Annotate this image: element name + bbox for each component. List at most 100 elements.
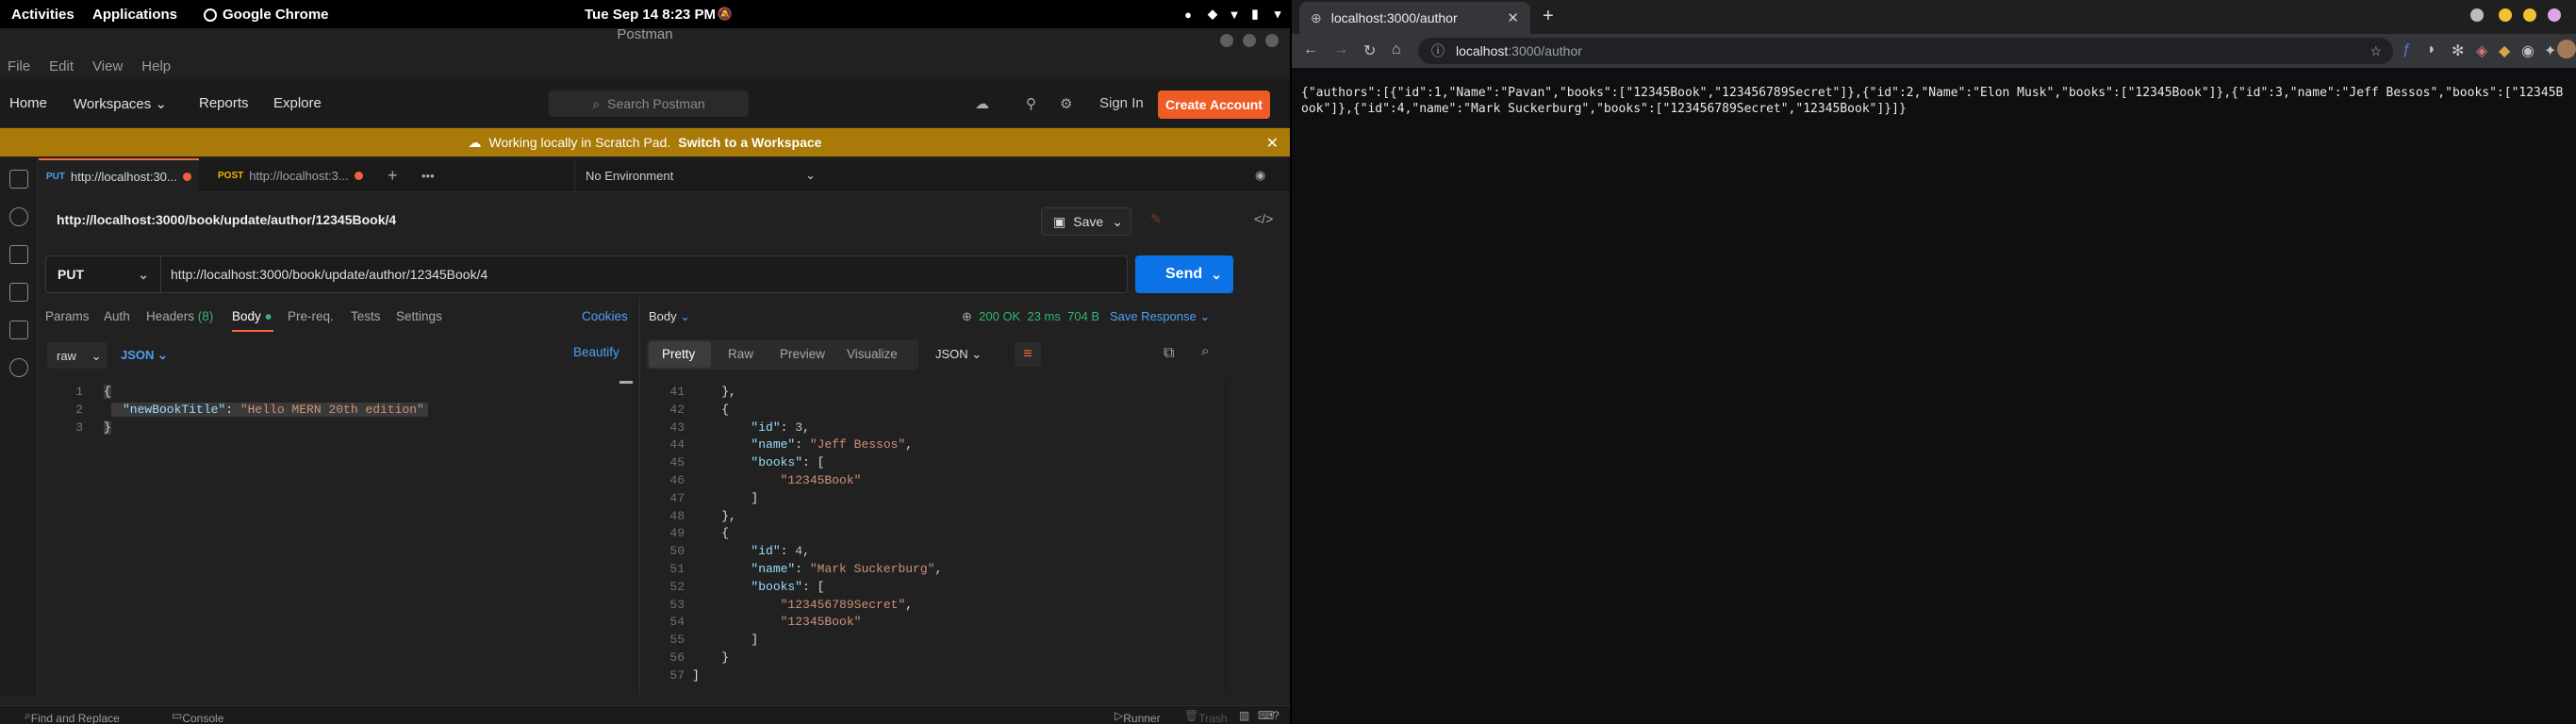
body-type-select[interactable]: raw ⌄	[47, 342, 107, 369]
tab-prerequest[interactable]: Pre-req.	[288, 309, 334, 323]
home-icon[interactable]: ⌂	[1392, 41, 1401, 58]
cookies-link[interactable]: Cookies	[582, 309, 628, 323]
new-tab-plus-icon[interactable]: +	[388, 158, 398, 192]
minimize-button[interactable]	[1220, 34, 1233, 47]
nav-reports[interactable]: Reports	[199, 95, 249, 111]
console-button[interactable]: ▭ Console	[172, 709, 223, 724]
close-banner-icon[interactable]: ✕	[1266, 134, 1279, 153]
tab-settings[interactable]: Settings	[396, 309, 442, 323]
extension-icon[interactable]: ✻	[2452, 41, 2464, 60]
view-raw[interactable]: Raw	[728, 347, 753, 361]
response-format-select[interactable]: JSON ⌄	[935, 347, 982, 362]
view-pretty[interactable]: Pretty	[649, 341, 711, 368]
response-size[interactable]: 704 B	[1067, 309, 1099, 323]
switch-workspace-link[interactable]: Switch to a Workspace	[678, 135, 821, 150]
minimize-button[interactable]	[2499, 8, 2512, 22]
activities-button[interactable]: Activities	[11, 7, 74, 23]
tab-tests[interactable]: Tests	[351, 309, 381, 323]
find-replace-button[interactable]: ⌕ Find and Replace	[25, 709, 120, 724]
response-time[interactable]: 23 ms	[1027, 309, 1060, 323]
eye-icon[interactable]: ◉	[1255, 158, 1265, 192]
extension-icon[interactable]: ƒ	[2403, 41, 2411, 58]
scrollbar-track[interactable]	[1224, 381, 1230, 692]
menu-edit[interactable]: Edit	[49, 58, 74, 74]
response-body[interactable]: 41 }, 42 {43 "id": 3, 44 "name": "Jeff Bes…	[649, 381, 1233, 696]
response-body-select[interactable]: Body ⌄	[649, 309, 690, 324]
nav-explore[interactable]: Explore	[273, 95, 322, 111]
more-tabs-icon[interactable]: •••	[421, 158, 435, 192]
code-icon[interactable]: </>	[1254, 211, 1273, 226]
trash-button[interactable]: 🗑 Trash	[1184, 709, 1227, 724]
scrollbar[interactable]	[619, 381, 633, 384]
body-format-select[interactable]: JSON ⌄	[121, 348, 168, 363]
maximize-button[interactable]	[1243, 34, 1256, 47]
avatar[interactable]	[2557, 40, 2576, 58]
save-response-button[interactable]: Save Response ⌄	[1110, 309, 1210, 323]
clock[interactable]: Tue Sep 14 8:23 PM	[585, 7, 716, 23]
tab-headers[interactable]: Headers (8)	[146, 309, 213, 323]
active-app-menu[interactable]: Google Chrome	[204, 7, 329, 23]
beautify-link[interactable]: Beautify	[573, 345, 619, 359]
new-tab-button[interactable]: +	[1543, 6, 1554, 27]
settings-icon[interactable]: ⚙	[1060, 95, 1072, 112]
accessibility-icon[interactable]: ●	[1180, 6, 1197, 23]
environments-icon[interactable]	[9, 245, 28, 264]
battery-icon[interactable]: ▮	[1247, 6, 1263, 23]
method-select[interactable]: PUT ⌄	[46, 256, 161, 292]
bookmark-star-icon[interactable]: ☆	[2370, 43, 2382, 59]
url-input[interactable]: http://localhost:3000/book/update/author…	[171, 267, 487, 282]
help-icon[interactable]: ?	[1273, 709, 1280, 722]
nav-workspaces[interactable]: Workspaces ⌄	[74, 95, 167, 112]
network-icon[interactable]: ▼	[1226, 6, 1243, 23]
status-code[interactable]: 200 OK	[979, 309, 1020, 323]
edit-icon[interactable]: ✎	[1150, 211, 1203, 234]
view-visualize[interactable]: Visualize	[847, 347, 898, 361]
tab-search-icon[interactable]	[2470, 8, 2484, 22]
tab-put-request[interactable]: PUT http://localhost:30...	[39, 158, 199, 192]
address-bar[interactable]: ⓘ localhost:3000/author ☆	[1418, 38, 2393, 64]
monitors-icon[interactable]	[9, 321, 28, 339]
menu-file[interactable]: File	[8, 58, 30, 74]
copy-icon[interactable]: ⧉	[1164, 345, 1174, 362]
back-arrow-icon[interactable]: ←	[1303, 41, 1318, 58]
extension-icon[interactable]: ◗	[2427, 41, 2436, 58]
extension-icon[interactable]: ◉	[2521, 41, 2535, 60]
tab-params[interactable]: Params	[45, 309, 90, 323]
request-body-editor[interactable]: 1 { 2 "newBookTitle": "Hello MERN 20th e…	[45, 381, 634, 696]
tab-auth[interactable]: Auth	[104, 309, 130, 323]
keyboard-icon[interactable]: ⌨	[1258, 709, 1274, 722]
sign-in-button[interactable]: Sign In	[1099, 95, 1144, 111]
chrome-tab[interactable]: ⊕ localhost:3000/author ✕	[1299, 2, 1530, 34]
view-preview[interactable]: Preview	[780, 347, 825, 361]
maximize-button[interactable]	[2523, 8, 2536, 22]
system-menu-icon[interactable]: ▾	[1269, 6, 1286, 23]
close-window-button[interactable]	[1265, 34, 1279, 47]
request-name[interactable]: http://localhost:3000/book/update/author…	[57, 212, 396, 227]
extensions-puzzle-icon[interactable]: ✦	[2544, 41, 2556, 60]
apis-icon[interactable]	[9, 207, 28, 226]
search-postman[interactable]: ⌕ Search Postman	[549, 90, 749, 117]
extension-icon[interactable]: ◈	[2476, 41, 2487, 60]
tab-body[interactable]: Body ●	[232, 309, 272, 323]
save-button[interactable]: ▣ Save ⌄	[1041, 207, 1131, 236]
extension-icon[interactable]: ◆	[2499, 41, 2510, 60]
history-icon[interactable]	[9, 358, 28, 377]
mock-servers-icon[interactable]	[9, 283, 28, 302]
pane-divider[interactable]	[639, 297, 640, 696]
nav-home[interactable]: Home	[9, 95, 47, 111]
collections-icon[interactable]	[9, 170, 28, 189]
environment-select[interactable]: No Environment ⌄	[586, 158, 827, 192]
layout-icon[interactable]: ▥	[1239, 709, 1249, 722]
reload-icon[interactable]: ↻	[1363, 41, 1376, 60]
search-icon[interactable]: ⌕	[1201, 343, 1209, 359]
menu-view[interactable]: View	[92, 58, 123, 74]
runner-button[interactable]: ▷ Runner	[1115, 709, 1161, 724]
create-account-button[interactable]: Create Account	[1158, 90, 1270, 119]
satellite-icon[interactable]: ⚲	[1026, 95, 1036, 112]
wrap-lines-icon[interactable]: ≡	[1015, 342, 1041, 367]
send-button[interactable]: Send ⌄	[1135, 255, 1233, 293]
menu-help[interactable]: Help	[141, 58, 171, 74]
dropbox-icon[interactable]: ◆	[1204, 6, 1221, 23]
close-window-button[interactable]	[2548, 8, 2561, 22]
forward-arrow-icon[interactable]: →	[1333, 41, 1348, 58]
